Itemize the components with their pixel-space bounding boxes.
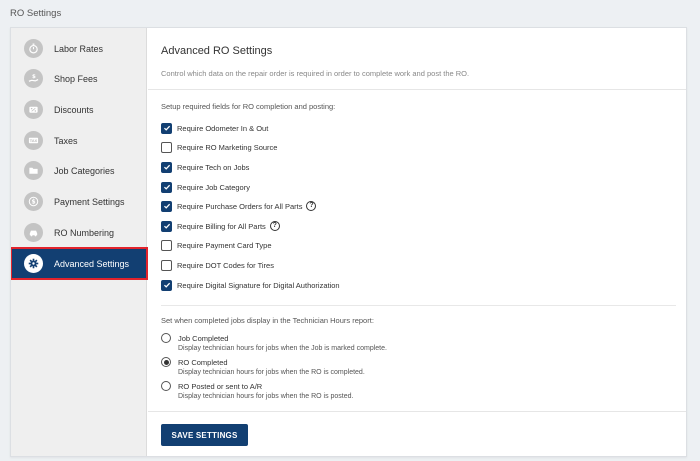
- svg-text:TAX: TAX: [30, 139, 38, 143]
- car-icon: [24, 223, 43, 242]
- discount-tag-icon: [24, 100, 43, 119]
- section-divider: [161, 305, 676, 306]
- checkbox-label: Require Billing for All Parts: [177, 221, 266, 231]
- hand-money-icon: $: [24, 69, 43, 88]
- stopwatch-icon: [24, 39, 43, 58]
- help-icon[interactable]: ?: [269, 221, 280, 231]
- checkbox-label: Require DOT Codes for Tires: [177, 260, 274, 270]
- sidebar-item-label: Labor Rates: [54, 43, 104, 54]
- checkbox-label: Require RO Marketing Source: [177, 142, 278, 152]
- radio-description: Display technician hours for jobs when t…: [178, 369, 365, 376]
- required-fields-label: Setup required fields for RO completion …: [161, 102, 336, 111]
- checkbox-label: Require Tech on Jobs: [177, 162, 250, 172]
- folder-icon: [24, 161, 43, 180]
- checkbox-label: Require Payment Card Type: [177, 240, 272, 250]
- header-divider: [148, 89, 686, 90]
- sidebar-item-job-categories[interactable]: Job Categories: [11, 155, 147, 186]
- sidebar-item-advanced-settings[interactable]: Advanced Settings: [11, 247, 148, 280]
- checkbox-unchecked[interactable]: [161, 259, 172, 271]
- radio-description: Display technician hours for jobs when t…: [178, 393, 354, 400]
- checkbox-checked[interactable]: [161, 200, 172, 212]
- checkbox-checked[interactable]: [161, 220, 172, 232]
- sidebar-item-label: RO Numbering: [54, 227, 115, 238]
- svg-text:$: $: [31, 200, 35, 206]
- radio-button[interactable]: [161, 333, 171, 343]
- checkbox-checked[interactable]: [161, 181, 172, 193]
- radio-option-ro-completed[interactable]: RO Completed Display technician hours fo…: [161, 356, 365, 376]
- page-title: RO Settings: [10, 8, 62, 19]
- sidebar-item-label: Discounts: [54, 104, 94, 115]
- checkbox-checked[interactable]: [161, 279, 172, 291]
- check-row-payment-card-type[interactable]: Require Payment Card Type: [161, 238, 272, 252]
- radio-button[interactable]: [161, 381, 171, 391]
- checkbox-label: Require Digital Signature for Digital Au…: [177, 280, 340, 290]
- radio-button-selected[interactable]: [161, 357, 171, 367]
- checkbox-unchecked[interactable]: [161, 239, 172, 251]
- radio-option-ro-posted[interactable]: RO Posted or sent to A/R Display technic…: [161, 380, 353, 400]
- checkbox-label: Require Job Category: [177, 182, 250, 192]
- gear-icon: [24, 254, 43, 273]
- settings-sidebar: Labor Rates $ Shop Fees Discounts TAX Ta…: [11, 28, 148, 456]
- sidebar-item-label: Advanced Settings: [54, 258, 130, 269]
- svg-text:$: $: [32, 74, 36, 80]
- tech-hours-label: Set when completed jobs display in the T…: [161, 316, 374, 325]
- content-title: Advanced RO Settings: [161, 45, 273, 57]
- radio-description: Display technician hours for jobs when t…: [178, 345, 387, 352]
- sidebar-item-taxes[interactable]: TAX Taxes: [11, 125, 147, 156]
- check-row-job-category[interactable]: Require Job Category: [161, 180, 250, 194]
- check-row-tech-on-jobs[interactable]: Require Tech on Jobs: [161, 160, 249, 174]
- sidebar-item-label: Shop Fees: [54, 73, 98, 84]
- tax-icon: TAX: [24, 131, 43, 150]
- check-row-marketing-source[interactable]: Require RO Marketing Source: [161, 140, 277, 154]
- check-row-digital-signature[interactable]: Require Digital Signature for Digital Au…: [161, 278, 340, 292]
- sidebar-item-discounts[interactable]: Discounts: [11, 94, 147, 125]
- footer-divider: [148, 411, 686, 412]
- checkbox-checked[interactable]: [161, 161, 172, 173]
- help-icon[interactable]: ?: [306, 201, 317, 211]
- radio-label: Job Completed: [178, 333, 229, 343]
- settings-panel: Labor Rates $ Shop Fees Discounts TAX Ta…: [10, 27, 687, 457]
- checkbox-checked[interactable]: [161, 122, 172, 134]
- sidebar-item-shop-fees[interactable]: $ Shop Fees: [11, 63, 147, 94]
- save-settings-button[interactable]: SAVE SETTINGS: [161, 424, 248, 446]
- radio-label: RO Completed: [178, 357, 228, 367]
- sidebar-item-ro-numbering[interactable]: RO Numbering: [11, 217, 147, 248]
- check-row-purchase-orders[interactable]: Require Purchase Orders for All Parts ?: [161, 199, 317, 213]
- checkbox-label: Require Purchase Orders for All Parts: [177, 201, 303, 211]
- checkbox-unchecked[interactable]: [161, 141, 172, 153]
- check-row-dot-codes[interactable]: Require DOT Codes for Tires: [161, 258, 274, 272]
- check-row-odometer[interactable]: Require Odometer In & Out: [161, 121, 268, 135]
- sidebar-item-label: Payment Settings: [54, 196, 125, 207]
- sidebar-item-payment-settings[interactable]: $ Payment Settings: [11, 186, 147, 217]
- sidebar-item-label: Job Categories: [54, 165, 115, 176]
- dollar-icon: $: [24, 192, 43, 211]
- sidebar-item-labor-rates[interactable]: Labor Rates: [11, 33, 147, 64]
- radio-label: RO Posted or sent to A/R: [178, 381, 263, 391]
- check-row-billing[interactable]: Require Billing for All Parts ?: [161, 219, 280, 233]
- content-description: Control which data on the repair order i…: [161, 69, 470, 78]
- advanced-settings-content: Advanced RO Settings Control which data …: [148, 28, 686, 456]
- sidebar-item-label: Taxes: [54, 135, 78, 146]
- checkbox-label: Require Odometer In & Out: [177, 123, 269, 133]
- radio-option-job-completed[interactable]: Job Completed Display technician hours f…: [161, 332, 387, 352]
